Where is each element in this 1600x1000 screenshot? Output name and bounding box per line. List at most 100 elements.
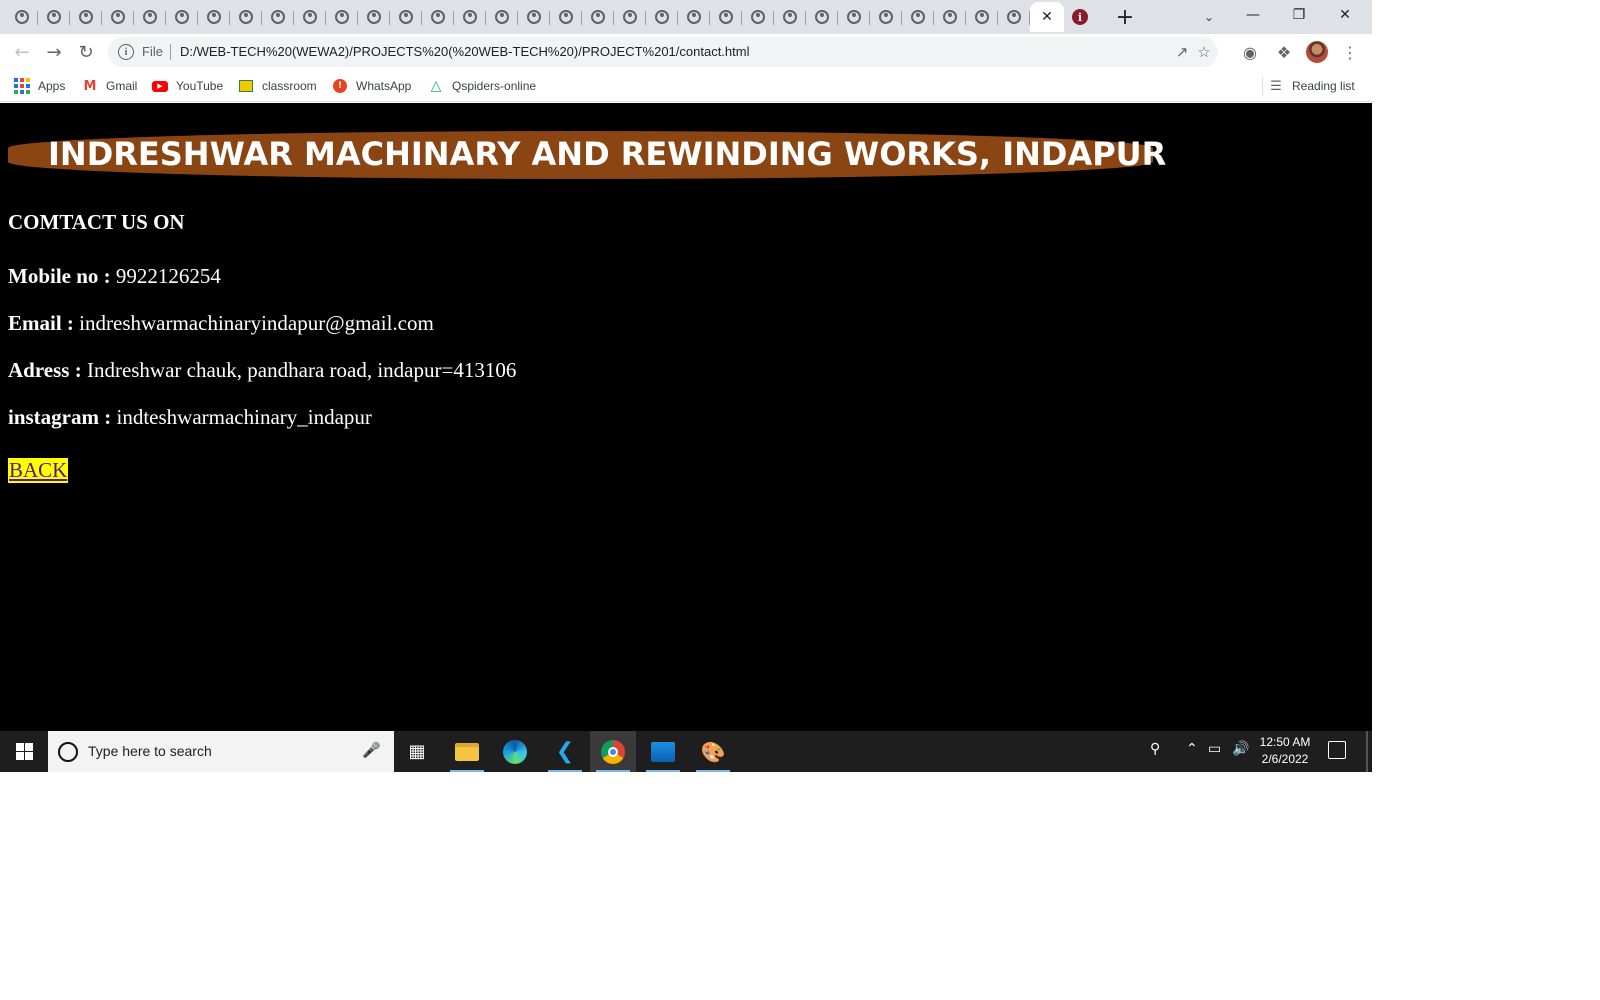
vscode-button[interactable]: ❮ xyxy=(542,731,588,772)
paint-button[interactable]: 🎨 xyxy=(690,731,736,772)
apps-grid-icon xyxy=(14,78,30,94)
page-title: INDRESHWAR MACHINARY AND REWINDING WORKS… xyxy=(48,135,1167,173)
bookmark-star-icon[interactable]: ☆ xyxy=(1194,42,1214,62)
bookmark-classroom[interactable]: classroom xyxy=(238,76,317,96)
browser-tab[interactable] xyxy=(390,2,422,32)
show-desktop-button[interactable] xyxy=(1366,731,1368,772)
contact-label: Adress : xyxy=(8,358,82,382)
chrome-button[interactable] xyxy=(590,731,636,772)
browser-tab[interactable] xyxy=(518,2,550,32)
browser-tab[interactable] xyxy=(358,2,390,32)
globe-favicon-icon xyxy=(591,10,605,24)
browser-tab[interactable] xyxy=(678,2,710,32)
people-icon[interactable]: ⚲ xyxy=(1150,741,1160,757)
close-window-button[interactable]: ✕ xyxy=(1322,0,1368,30)
show-hidden-icons-icon[interactable]: ⌃ xyxy=(1186,741,1198,757)
minimize-button[interactable]: — xyxy=(1230,0,1276,30)
globe-favicon-icon xyxy=(367,10,381,24)
battery-icon[interactable]: ▭ xyxy=(1208,741,1221,757)
bookmark-gmail[interactable]: M Gmail xyxy=(82,76,138,96)
back-link[interactable]: BACK xyxy=(8,458,69,483)
forward-arrow-icon[interactable]: → xyxy=(40,38,68,66)
microphone-icon[interactable]: 🎤 xyxy=(362,741,381,761)
extension-bug-icon[interactable]: ◉ xyxy=(1238,40,1262,64)
url-text[interactable]: D:/WEB-TECH%20(WEWA2)/PROJECTS%20(%20WEB… xyxy=(180,44,749,59)
edge-button[interactable] xyxy=(492,731,538,772)
browser-tab[interactable] xyxy=(166,2,198,32)
browser-tab[interactable] xyxy=(710,2,742,32)
browser-tab[interactable] xyxy=(230,2,262,32)
close-tab-icon[interactable]: ✕ xyxy=(1041,9,1053,25)
start-button[interactable] xyxy=(0,731,48,772)
browser-tab[interactable] xyxy=(870,2,902,32)
bookmark-apps[interactable]: Apps xyxy=(14,76,65,96)
bookmark-label: YouTube xyxy=(176,79,224,93)
contact-value: indreshwarmachinaryindapur@gmail.com xyxy=(79,311,434,335)
browser-tab[interactable] xyxy=(6,2,38,32)
restore-button[interactable]: ❐ xyxy=(1276,0,1322,30)
photos-button[interactable] xyxy=(640,731,686,772)
browser-tab[interactable] xyxy=(486,2,518,32)
qspiders-icon: △ xyxy=(430,78,442,94)
browser-tab[interactable] xyxy=(422,2,454,32)
taskbar-search-box[interactable]: Type here to search 🎤 xyxy=(48,731,394,772)
contact-label: Email : xyxy=(8,311,74,335)
cortana-icon xyxy=(58,742,78,762)
reading-list-button[interactable]: ☰ Reading list xyxy=(1268,76,1355,96)
contact-label: instagram : xyxy=(8,405,112,429)
browser-tab[interactable] xyxy=(262,2,294,32)
active-tab[interactable]: ✕ xyxy=(1030,2,1064,32)
share-icon[interactable]: ↗ xyxy=(1172,42,1192,62)
browser-tab[interactable] xyxy=(614,2,646,32)
browser-tab[interactable] xyxy=(102,2,134,32)
menu-dots-icon[interactable]: ⋮ xyxy=(1338,40,1362,64)
file-explorer-button[interactable] xyxy=(444,731,490,772)
new-tab-button[interactable]: + xyxy=(1112,4,1138,30)
browser-tab[interactable] xyxy=(806,2,838,32)
browser-tab[interactable] xyxy=(838,2,870,32)
extensions-puzzle-icon[interactable]: ❖ xyxy=(1272,40,1296,64)
volume-icon[interactable]: 🔊 xyxy=(1232,741,1249,757)
browser-tab[interactable] xyxy=(70,2,102,32)
browser-tab[interactable] xyxy=(902,2,934,32)
globe-favicon-icon xyxy=(719,10,733,24)
browser-tab[interactable] xyxy=(934,2,966,32)
globe-favicon-icon xyxy=(463,10,477,24)
tab-search-button[interactable]: ⌄ xyxy=(1198,6,1220,28)
bookmark-youtube[interactable]: ▶ YouTube xyxy=(152,76,223,96)
browser-tab[interactable] xyxy=(326,2,358,32)
globe-favicon-icon xyxy=(783,10,797,24)
browser-tab[interactable] xyxy=(998,2,1030,32)
back-arrow-icon[interactable]: ← xyxy=(8,38,36,66)
bookmark-whatsapp[interactable]: ! WhatsApp xyxy=(332,76,411,96)
browser-tab[interactable] xyxy=(774,2,806,32)
bookmark-qspiders[interactable]: △ Qspiders-online xyxy=(428,76,536,96)
reading-list-label: Reading list xyxy=(1292,79,1355,93)
browser-tab[interactable] xyxy=(198,2,230,32)
browser-tab[interactable] xyxy=(966,2,998,32)
globe-favicon-icon xyxy=(431,10,445,24)
reload-icon[interactable]: ↻ xyxy=(72,38,100,66)
running-indicator xyxy=(646,770,680,772)
taskbar-clock[interactable]: 12:50 AM 2/6/2022 xyxy=(1252,734,1318,768)
address-bar[interactable]: i File D:/WEB-TECH%20(WEWA2)/PROJECTS%20… xyxy=(108,37,1218,67)
browser-tab[interactable]: i xyxy=(1064,2,1096,32)
site-info-icon[interactable]: i xyxy=(118,44,134,60)
task-view-button[interactable]: ▦ xyxy=(394,731,440,772)
info-favicon-icon: i xyxy=(1072,9,1088,25)
tab-list: ✕ i xyxy=(6,2,1096,34)
browser-tab[interactable] xyxy=(550,2,582,32)
browser-tab[interactable] xyxy=(294,2,326,32)
url-scheme-chip: File xyxy=(142,44,163,59)
browser-tab[interactable] xyxy=(582,2,614,32)
globe-favicon-icon xyxy=(239,10,253,24)
bookmark-label: classroom xyxy=(262,79,317,93)
browser-tab[interactable] xyxy=(646,2,678,32)
globe-favicon-icon xyxy=(943,10,957,24)
browser-tab[interactable] xyxy=(38,2,70,32)
profile-avatar[interactable] xyxy=(1306,41,1328,63)
browser-tab[interactable] xyxy=(742,2,774,32)
browser-tab[interactable] xyxy=(454,2,486,32)
browser-tab[interactable] xyxy=(134,2,166,32)
notification-center-icon[interactable] xyxy=(1328,741,1346,759)
